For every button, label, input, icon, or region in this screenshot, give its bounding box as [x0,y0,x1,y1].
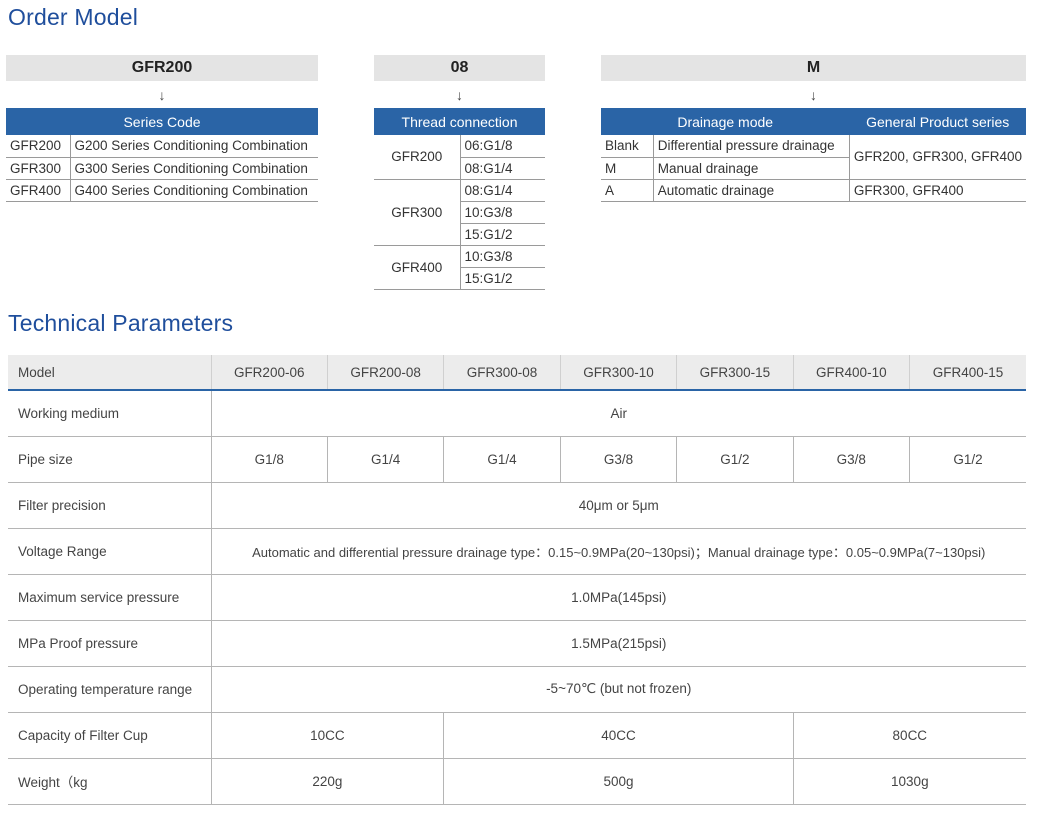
table-row: GFR400 G400 Series Conditioning Combinat… [6,179,318,202]
param-label: Voltage Range [8,528,211,575]
param-label: MPa Proof pressure [8,620,211,667]
down-arrow-icon: ↓ [456,86,463,103]
model-name: GFR300-08 [443,355,561,391]
thread-model: GFR400 [374,245,460,290]
table-row: GFR200 06:G1/8 [374,135,545,180]
table-row: Weight（kg 220g 500g 1030g [8,758,1026,805]
param-label: Working medium [8,390,211,437]
model-name: GFR400-10 [792,355,910,391]
thread-block: 08 ↓ Thread connection GFR200 06:G1/8 08… [374,55,545,290]
table-row: Blank Differential pressure drainage GFR… [601,135,1026,180]
series-model: GFR400 [6,179,70,202]
param-value: 40μm or 5μm [210,482,1026,529]
table-row: Pipe size G1/8 G1/4 G1/4 G3/8 G1/2 G3/8 … [8,436,1026,483]
technical-parameters-table: Model GFR200-06 GFR200-08 GFR300-08 GFR3… [8,355,1026,805]
table-row: Maximum service pressure 1.0MPa(145psi) [8,574,1026,621]
thread-header: Thread connection [374,108,545,135]
drain-code-box: M [601,55,1026,81]
series-desc: G200 Series Conditioning Combination [69,135,318,158]
param-value: Air [210,390,1026,437]
table-header-row: Model GFR200-06 GFR200-08 GFR300-08 GFR3… [8,355,1026,391]
table-row: Working medium Air [8,390,1026,437]
param-value: 10CC [210,712,444,759]
table-row: Capacity of Filter Cup 10CC 40CC 80CC [8,712,1026,759]
param-label: Maximum service pressure [8,574,211,621]
model-name: GFR300-15 [676,355,794,391]
drain-mode: Differential pressure drainage [652,135,850,158]
series-model: GFR300 [6,157,70,180]
param-value: G3/8 [559,436,677,483]
drain-code: A [601,179,654,202]
series-model: GFR200 [6,135,70,158]
series-block: GFR200 ↓ Series Code GFR200 G200 Series … [6,55,318,202]
param-value: 40CC [443,712,794,759]
param-value: 1.5MPa(215psi) [210,620,1026,667]
table-row: Filter precision 40μm or 5μm [8,482,1026,529]
table-row: GFR400 10:G3/8 [374,245,545,290]
down-arrow-icon: ↓ [810,86,817,103]
thread-option: 08:G1/4 [459,157,545,180]
down-arrow-icon: ↓ [158,86,166,103]
thread-option: 10:G3/8 [459,201,545,224]
param-label: Operating temperature range [8,666,211,713]
param-value: G1/8 [210,436,328,483]
thread-model: GFR300 [374,179,460,246]
drain-block: M ↓ Drainage mode General Product series… [601,55,1026,202]
thread-model: GFR200 [374,135,460,180]
param-value: 500g [443,758,794,805]
table-row: GFR300 G300 Series Conditioning Combinat… [6,157,318,180]
table-row: GFR300 08:G1/4 [374,179,545,246]
table-row: Operating temperature range -5~70℃ (but … [8,666,1026,713]
drain-series: GFR300, GFR400 [848,179,1026,202]
param-value: 220g [210,758,444,805]
thread-table: Thread connection GFR200 06:G1/8 08:G1/4… [374,108,545,290]
drain-mode-header: Drainage mode [601,108,850,135]
param-value: -5~70℃ (but not frozen) [210,666,1026,713]
param-value: G1/2 [909,436,1026,483]
param-value: 1030g [792,758,1026,805]
thread-option: 08:G1/4 [459,179,545,202]
param-value: G1/4 [326,436,444,483]
model-name: GFR200-08 [326,355,444,391]
drain-series: GFR200, GFR300, GFR400 [848,135,1026,180]
order-model-heading: Order Model [8,4,139,30]
series-code-table: Series Code GFR200 G200 Series Condition… [6,108,318,202]
general-series-header: General Product series [849,108,1026,135]
drain-code: Blank [601,135,654,158]
model-name: GFR400-15 [909,355,1026,391]
param-value: 80CC [792,712,1026,759]
param-label: Filter precision [8,482,211,529]
series-desc: G400 Series Conditioning Combination [69,179,318,202]
table-row: A Automatic drainage GFR300, GFR400 [601,179,1026,202]
model-label: Model [8,355,211,391]
series-desc: G300 Series Conditioning Combination [69,157,318,180]
thread-code-box: 08 [374,55,545,81]
table-row: GFR200 G200 Series Conditioning Combinat… [6,135,318,158]
thread-option: 06:G1/8 [459,135,545,158]
series-code-box: GFR200 [6,55,318,81]
param-label: Pipe size [8,436,211,483]
thread-option: 15:G1/2 [459,267,545,290]
thread-option: 15:G1/2 [459,223,545,246]
param-value: G1/2 [676,436,794,483]
model-name: GFR200-06 [210,355,328,391]
param-value: Automatic and differential pressure drai… [210,528,1026,575]
table-row: Voltage Range Automatic and differential… [8,528,1026,575]
drainage-table: Drainage mode General Product series Bla… [601,108,1026,202]
drain-mode: Automatic drainage [652,179,850,202]
param-value: G3/8 [792,436,910,483]
model-name: GFR300-10 [559,355,677,391]
drain-mode: Manual drainage [652,157,850,180]
technical-parameters-heading: Technical Parameters [8,310,234,336]
drain-code: M [601,157,654,180]
param-value: G1/4 [443,436,561,483]
series-code-header: Series Code [6,108,318,135]
param-label: Weight（kg [8,758,211,805]
param-label: Capacity of Filter Cup [8,712,211,759]
param-value: 1.0MPa(145psi) [210,574,1026,621]
table-row: MPa Proof pressure 1.5MPa(215psi) [8,620,1026,667]
thread-option: 10:G3/8 [459,245,545,268]
